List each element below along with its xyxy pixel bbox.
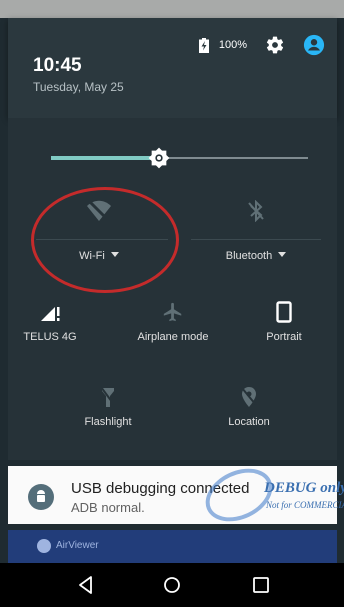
recents-icon[interactable] [250,574,272,596]
location-off-icon [241,387,257,407]
signal-icon [41,307,60,321]
debug-watermark-title: DEBUG only [264,480,344,496]
airplane-icon [163,302,182,322]
phone-portrait-icon [276,301,292,323]
user-account-icon[interactable] [303,34,325,56]
status-bar: 100% [198,34,325,56]
tile-flashlight-label: Flashlight [84,416,132,428]
tile-airplane[interactable]: Airplane mode [126,301,220,343]
quick-settings-header: 100% 10:45 Tuesday, May 25 [8,18,337,118]
settings-gear-icon[interactable] [265,35,285,55]
home-icon[interactable] [161,574,183,596]
bluetooth-off-icon [248,200,264,222]
back-icon[interactable] [75,574,97,596]
tile-bluetooth-label: Bluetooth [225,250,273,262]
tile-rotation-label: Portrait [266,331,302,343]
bluetooth-dropdown-icon[interactable] [278,252,287,257]
tile-rotation[interactable]: Portrait [244,301,324,343]
brightness-slider-fill [51,156,159,160]
tile-location-label: Location [228,416,270,428]
flashlight-icon [100,386,116,407]
background-app-label: AirViewer [56,540,99,551]
tile-airplane-label: Airplane mode [137,331,209,343]
background-app-strip [0,0,344,18]
background-app-peek: AirViewer [8,530,337,563]
battery-percent: 100% [218,39,247,51]
tile-location[interactable]: Location [201,386,297,428]
notification-text: ADB normal. [71,500,145,515]
tile-bluetooth-label-row[interactable]: Bluetooth [208,240,304,262]
clock-time: 10:45 [33,55,82,76]
tile-bluetooth[interactable] [208,200,304,222]
red-annotation-circle [31,187,179,293]
tile-cellular-label: TELUS 4G [23,331,77,343]
brightness-knob-icon[interactable] [148,147,170,169]
clock-date: Tuesday, May 25 [33,80,124,94]
quick-settings-panel: Wi-Fi Bluetooth TELUS 4G Airplane mode P… [8,118,337,460]
navigation-bar [0,563,344,607]
debug-watermark-subtitle: Not for COMMERCIAL [266,500,344,510]
tile-cellular[interactable]: TELUS 4G [10,301,90,343]
battery-charging-icon [198,37,209,53]
usb-debugging-notification[interactable]: USB debugging connected ADB normal. DEBU… [8,458,344,532]
app-logo-icon [37,539,51,553]
tile-flashlight[interactable]: Flashlight [60,386,156,428]
android-debug-icon [28,484,54,510]
